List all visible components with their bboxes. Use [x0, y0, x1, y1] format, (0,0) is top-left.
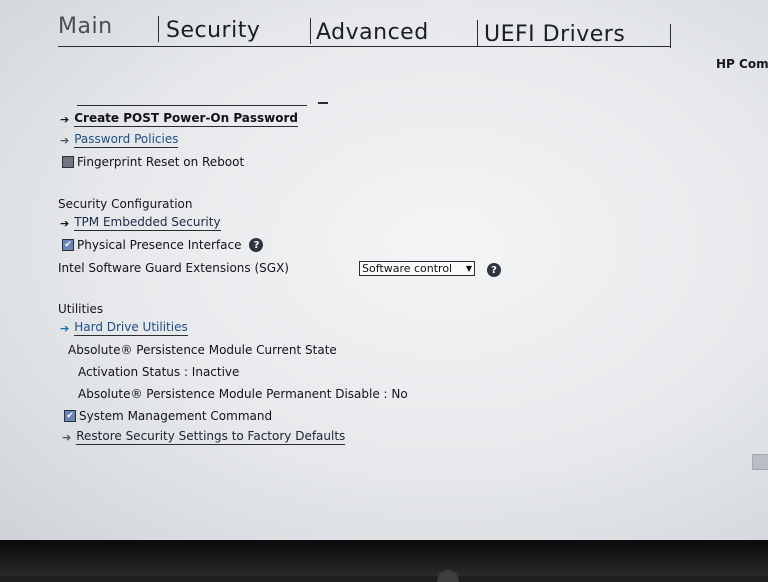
- tab-separator: [670, 24, 671, 48]
- password-policies-item[interactable]: ➔ Password Policies: [60, 132, 179, 148]
- hard-drive-utilities-item[interactable]: ➔ Hard Drive Utilities: [60, 320, 188, 336]
- system-management-command-label: System Management Command: [79, 409, 273, 423]
- fingerprint-reset-label: Fingerprint Reset on Reboot: [77, 155, 245, 169]
- arrow-right-icon: ➔: [62, 430, 72, 444]
- bios-screen: Main Security Advanced UEFI Drivers HP C…: [0, 0, 768, 540]
- system-management-command-checkbox[interactable]: ✔: [64, 410, 76, 422]
- permanent-disable-label: Absolute® Persistence Module Permanent D…: [78, 387, 408, 401]
- arrow-right-icon: ➔: [60, 216, 70, 230]
- restore-defaults-link[interactable]: Restore Security Settings to Factory Def…: [76, 429, 346, 445]
- create-post-password-item[interactable]: ➔ Create POST Power-On Password: [60, 111, 299, 127]
- chevron-down-icon: ▼: [465, 264, 472, 273]
- tab-separator: [477, 20, 478, 46]
- create-post-password-link[interactable]: Create POST Power-On Password: [74, 111, 299, 127]
- fingerprint-reset-item[interactable]: Fingerprint Reset on Reboot: [62, 155, 244, 169]
- tab-underline: [58, 46, 670, 47]
- arrow-right-icon: ➔: [60, 133, 70, 147]
- restore-defaults-item[interactable]: ➔ Restore Security Settings to Factory D…: [62, 429, 346, 445]
- sgx-select-value: Software control: [362, 262, 453, 275]
- physical-presence-checkbox[interactable]: ✔: [62, 239, 74, 251]
- hard-drive-utilities-link[interactable]: Hard Drive Utilities: [74, 320, 188, 336]
- help-icon[interactable]: ?: [249, 238, 264, 252]
- fingerprint-reset-checkbox[interactable]: [62, 156, 74, 168]
- tpm-embedded-security-item[interactable]: ➔ TPM Embedded Security: [60, 215, 221, 231]
- tab-main[interactable]: Main: [58, 14, 113, 39]
- absolute-current-state-label: Absolute® Persistence Module Current Sta…: [68, 343, 337, 357]
- password-field-dash: [318, 102, 328, 104]
- password-policies-link[interactable]: Password Policies: [74, 132, 179, 148]
- arrow-right-icon: ➔: [60, 112, 70, 126]
- physical-presence-item[interactable]: ✔ Physical Presence Interface ?: [62, 238, 264, 252]
- tab-bar: Main Security Advanced UEFI Drivers: [0, 0, 768, 56]
- tab-advanced[interactable]: Advanced: [316, 20, 429, 45]
- section-title-security-configuration: Security Configuration: [58, 197, 193, 211]
- scrollbar-thumb[interactable]: [752, 454, 768, 470]
- monitor-bezel: [0, 540, 768, 576]
- physical-presence-label: Physical Presence Interface: [77, 238, 242, 252]
- section-title-utilities: Utilities: [58, 302, 104, 316]
- brand-label: HP Comp: [716, 57, 768, 71]
- activation-status-label: Activation Status : Inactive: [78, 365, 240, 379]
- tab-security[interactable]: Security: [166, 18, 260, 43]
- tab-separator: [158, 16, 159, 42]
- sgx-label: Intel Software Guard Extensions (SGX): [58, 261, 289, 275]
- tpm-embedded-security-link[interactable]: TPM Embedded Security: [74, 215, 221, 231]
- password-field-line[interactable]: [77, 105, 307, 106]
- sgx-select[interactable]: Software control ▼: [359, 261, 475, 276]
- tab-uefi-drivers[interactable]: UEFI Drivers: [484, 22, 625, 47]
- arrow-right-icon: ➔: [60, 321, 70, 335]
- help-icon[interactable]: ?: [487, 263, 501, 277]
- tab-separator: [310, 18, 311, 44]
- system-management-command-item[interactable]: ✔ System Management Command: [64, 409, 272, 423]
